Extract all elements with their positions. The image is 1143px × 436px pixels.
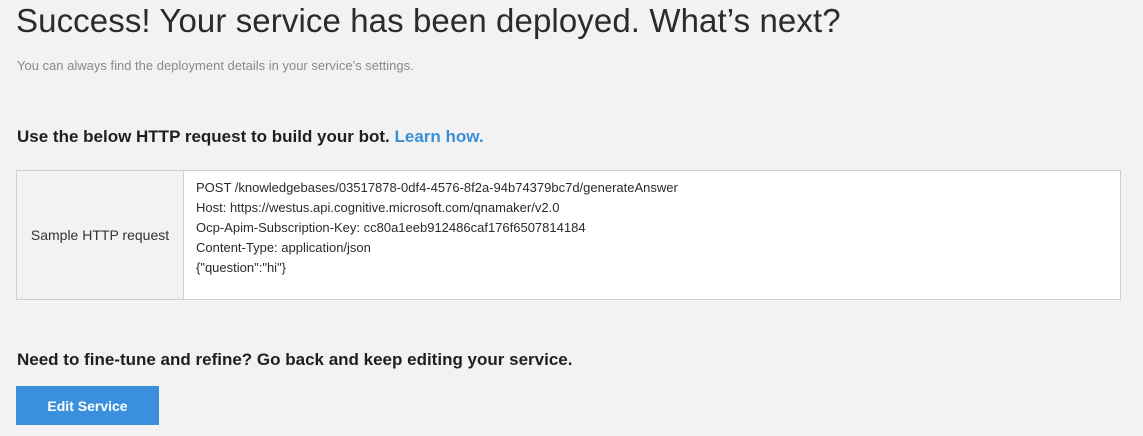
learn-how-link[interactable]: Learn how. — [395, 127, 484, 146]
sample-http-request-label: Sample HTTP request — [17, 171, 184, 299]
http-request-heading: Use the below HTTP request to build your… — [17, 127, 484, 147]
request-line-method: POST /knowledgebases/03517878-0df4-4576-… — [196, 180, 678, 195]
request-line-content-type: Content-Type: application/json — [196, 240, 371, 255]
sample-http-request-body[interactable]: POST /knowledgebases/03517878-0df4-4576-… — [184, 171, 1120, 299]
edit-service-heading: Need to fine-tune and refine? Go back an… — [17, 350, 573, 369]
page-subtitle: You can always find the deployment detai… — [17, 58, 414, 73]
request-line-subscription-key: Ocp-Apim-Subscription-Key: cc80a1eeb9124… — [196, 220, 586, 235]
edit-service-button[interactable]: Edit Service — [16, 386, 159, 425]
deployment-success-page: Success! Your service has been deployed.… — [0, 0, 1143, 436]
request-line-host: Host: https://westus.api.cognitive.micro… — [196, 200, 560, 215]
sample-http-request-box: Sample HTTP request POST /knowledgebases… — [16, 170, 1121, 300]
request-line-body: {"question":"hi"} — [196, 260, 287, 275]
page-title: Success! Your service has been deployed.… — [16, 2, 841, 39]
http-request-heading-text: Use the below HTTP request to build your… — [17, 127, 390, 146]
